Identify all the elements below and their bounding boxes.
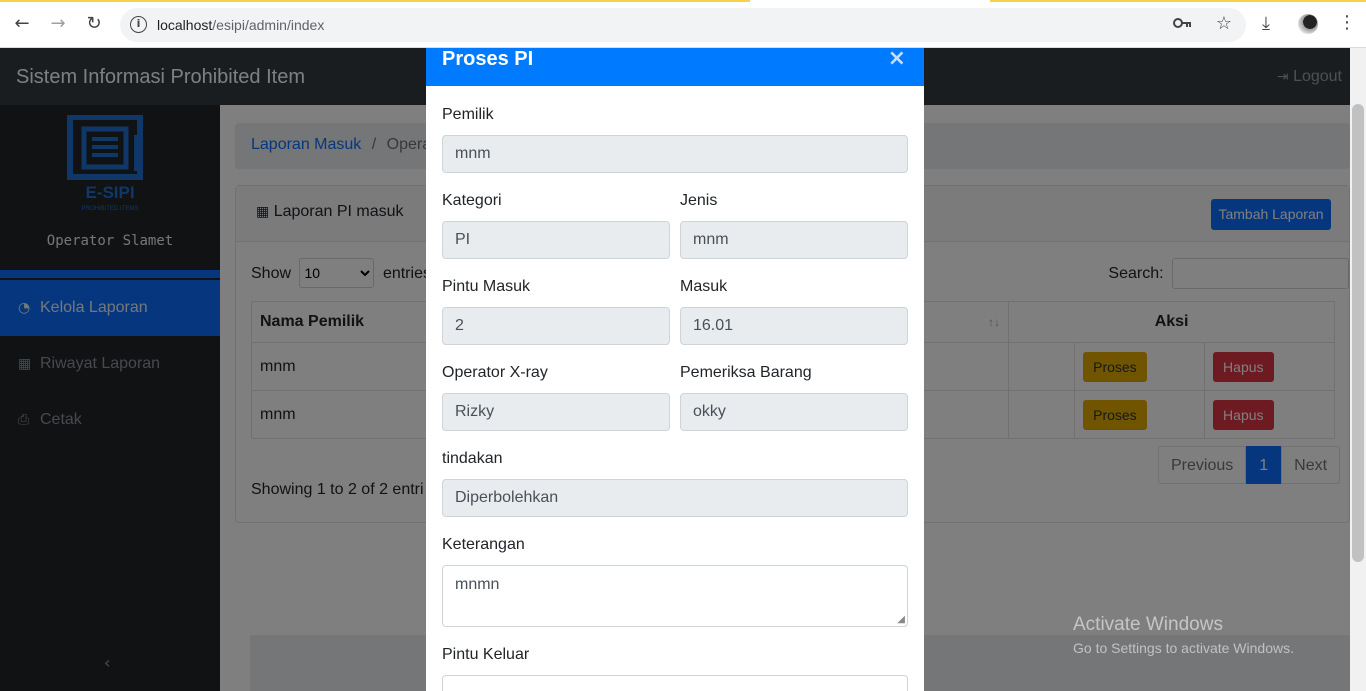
pemilik-field[interactable]: mnm [442,135,908,173]
page-scrollbar[interactable] [1350,48,1366,691]
tab-strip-accent [0,0,750,2]
masuk-field[interactable]: 16.01 [680,307,908,345]
pintu-masuk-field[interactable]: 2 [442,307,670,345]
tindakan-label: tindakan [442,450,503,467]
site-info-icon[interactable]: i [130,16,147,33]
scrollbar-thumb[interactable] [1352,104,1364,562]
bookmark-star-icon[interactable]: ☆ [1216,13,1232,34]
menu-kebab-icon[interactable]: ⋮ [1338,12,1356,33]
password-key-icon[interactable] [1172,15,1192,36]
forward-icon[interactable]: → [46,12,70,36]
watermark-line2: Go to Settings to activate Windows. [1073,640,1294,656]
url-host: localhost [157,17,213,33]
pintu-keluar-label: Pintu Keluar [442,646,530,663]
close-icon[interactable]: × [888,48,906,71]
kategori-label: Kategori [442,192,502,209]
jenis-field[interactable]: mnm [680,221,908,259]
tindakan-field[interactable]: Diperbolehkan [442,479,908,517]
proses-pi-modal: Proses PI × Pemilik mnm Kategori PI Jeni… [426,48,924,691]
browser-toolbar: ← → ↻ i localhost/esipi/admin/index ☆ ⤓ … [0,0,1366,48]
tab-strip-accent-right [990,0,1366,2]
operator-xray-field[interactable]: Rizky [442,393,670,431]
pemilik-label: Pemilik [442,106,494,123]
pemeriksa-barang-field[interactable]: okky [680,393,908,431]
url-path: /esipi/admin/index [212,17,325,33]
pintu-keluar-field[interactable] [442,675,908,691]
pemeriksa-barang-label: Pemeriksa Barang [680,364,812,381]
modal-header: Proses PI × [426,48,924,86]
masuk-label: Masuk [680,278,728,295]
reload-icon[interactable]: ↻ [82,12,106,36]
kategori-field[interactable]: PI [442,221,670,259]
profile-avatar[interactable] [1298,14,1318,34]
pintu-masuk-label: Pintu Masuk [442,278,531,295]
modal-title: Proses PI [442,48,534,70]
keterangan-textarea[interactable]: mnmn ◢ [442,565,908,627]
jenis-label: Jenis [680,192,718,209]
windows-activation-watermark: Activate Windows Go to Settings to activ… [1073,614,1294,656]
download-icon[interactable]: ⤓ [1262,13,1270,34]
back-icon[interactable]: ← [10,12,34,36]
keterangan-label: Keterangan [442,536,525,553]
keterangan-text: mnmn [455,576,500,593]
watermark-line1: Activate Windows [1073,614,1223,635]
resize-grip-icon[interactable]: ◢ [897,614,905,625]
url-text[interactable]: localhost/esipi/admin/index [157,17,324,33]
address-bar[interactable]: i localhost/esipi/admin/index ☆ [120,8,1246,42]
operator-xray-label: Operator X-ray [442,364,548,381]
